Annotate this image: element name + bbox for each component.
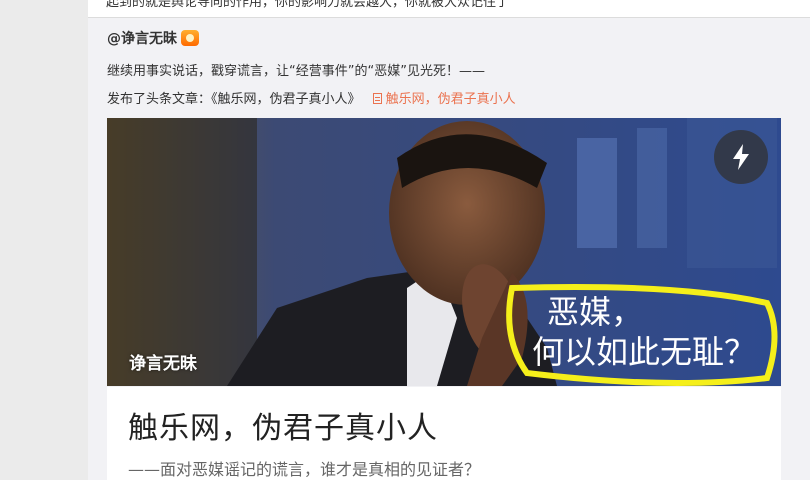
post-text: 继续用事实说话，戳穿谎言，让“经营事件”的“恶媒”见光死！——: [107, 64, 485, 79]
previous-post-text: 起到的就是舆论导向的作用，你的影响力就会越大，你就被大众记住了: [106, 0, 510, 10]
speech-line-1: 恶媒，: [547, 293, 643, 331]
speech-line-2: 何以如此无耻？: [532, 333, 756, 371]
cover-photo: 恶媒， 何以如此无耻？: [107, 118, 781, 386]
article-cover-image[interactable]: 恶媒， 何以如此无耻？: [107, 118, 781, 386]
article-link[interactable]: 触乐网，伪君子真小人: [372, 92, 516, 107]
article-link-label[interactable]: 触乐网，伪君子真小人: [386, 92, 516, 107]
cover-author-label: 诤言无昧: [129, 354, 197, 374]
document-icon: [372, 93, 382, 104]
share-prefix: 发布了头条文章：《触乐网，伪君子真小人》: [107, 92, 361, 107]
vip-badge-icon: [181, 30, 199, 46]
article-subtitle: ——面对恶媒谣记的谎言，谁才是真相的见证者？: [128, 460, 481, 479]
article-title[interactable]: 触乐网，伪君子真小人: [128, 403, 438, 447]
previous-post-card: 起到的就是舆论导向的作用，你的影响力就会越大，你就被大众记住了: [88, 0, 810, 18]
author-name-text[interactable]: @诤言无昧: [107, 28, 177, 48]
flash-button[interactable]: [714, 130, 768, 184]
author-name[interactable]: @诤言无昧: [107, 28, 199, 48]
share-line: 发布了头条文章：《触乐网，伪君子真小人》 触乐网，伪君子真小人: [107, 88, 516, 107]
lightning-icon: [733, 144, 749, 170]
